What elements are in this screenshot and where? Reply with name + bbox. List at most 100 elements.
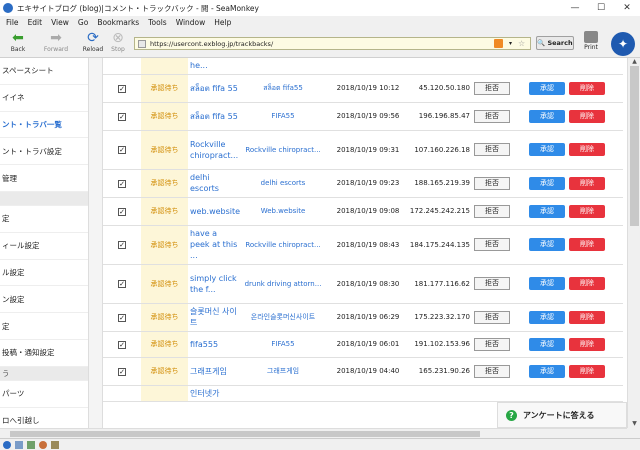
mail-icon[interactable] [15, 440, 23, 449]
menu-tools[interactable]: Tools [148, 18, 166, 27]
blog-name-link[interactable]: FIFA55 [271, 340, 294, 348]
approve-button[interactable]: 承認 [529, 277, 565, 290]
trackback-title-link[interactable]: have a peek at this ... [190, 229, 237, 260]
sidebar-item[interactable]: スペースシート [0, 58, 88, 85]
trackback-title-link[interactable]: fifa555 [190, 340, 218, 349]
stop-button[interactable]: ⊗ Stop [104, 30, 132, 56]
sidebar-item[interactable]: 投稿・通知設定 [0, 340, 88, 367]
approve-button[interactable]: 承認 [529, 310, 565, 324]
sidebar-item[interactable]: ロへ引越し [0, 408, 88, 428]
chat-icon[interactable] [39, 440, 47, 449]
horizontal-scroll-thumb[interactable] [10, 431, 480, 437]
delete-button[interactable]: 削除 [569, 143, 605, 156]
reject-button[interactable]: 拒否 [474, 364, 510, 378]
approve-button[interactable]: 承認 [529, 364, 565, 378]
trackback-title-link[interactable]: 인터넷가 [190, 389, 219, 398]
row-checkbox[interactable]: ✓ [118, 84, 126, 93]
row-checkbox[interactable]: ✓ [118, 241, 126, 249]
trackback-title-link[interactable]: สล็อต fifa 55 [190, 84, 238, 93]
reject-button[interactable]: 拒否 [474, 238, 510, 251]
row-checkbox[interactable]: ✓ [118, 112, 126, 121]
trackback-title-link[interactable]: สล็อต fifa 55 [190, 112, 238, 121]
trackback-title-link[interactable]: simply click the f... [190, 274, 237, 294]
approve-button[interactable]: 承認 [529, 337, 565, 351]
blog-name-link[interactable]: delhi escorts [261, 179, 306, 187]
close-window-button[interactable]: ✕ [614, 0, 640, 16]
blog-name-link[interactable]: Web.website [261, 207, 306, 215]
row-checkbox[interactable]: ✓ [118, 280, 126, 288]
row-checkbox[interactable]: ✓ [118, 367, 126, 376]
sidebar-item[interactable]: 定 [0, 206, 88, 233]
menu-edit[interactable]: Edit [28, 18, 43, 27]
sidebar-item[interactable]: パーツ [0, 381, 88, 408]
menu-bookmarks[interactable]: Bookmarks [97, 18, 139, 27]
forward-button[interactable]: ➡ Forward [42, 30, 70, 56]
address-book-icon[interactable] [51, 440, 59, 449]
vertical-scroll-thumb[interactable] [630, 66, 639, 226]
blog-name-link[interactable]: FIFA55 [271, 112, 294, 120]
survey-button[interactable]: ? アンケートに答える [497, 402, 627, 428]
blog-name-link[interactable]: 온라인슬롯머신사이트 [251, 313, 315, 321]
back-button[interactable]: ⬅ Back [4, 30, 32, 56]
row-checkbox[interactable]: ✓ [118, 179, 126, 188]
print-button[interactable]: Print [580, 30, 602, 56]
sidebar-item[interactable]: ント・トラバ設定 [0, 138, 88, 166]
trackback-title-link[interactable]: 그래프게임 [190, 367, 227, 376]
menu-window[interactable]: Window [176, 18, 206, 27]
search-button[interactable]: 🔍 Search [536, 36, 574, 50]
row-checkbox[interactable]: ✓ [118, 146, 126, 154]
trackback-title-link[interactable]: he... [190, 61, 208, 70]
seamonkey-logo-icon[interactable]: ✦ [611, 32, 635, 56]
sidebar-item[interactable]: ル設定 [0, 260, 88, 287]
reject-button[interactable]: 拒否 [474, 277, 510, 290]
site-identity-icon[interactable] [138, 39, 146, 48]
maximize-button[interactable]: ☐ [588, 0, 614, 16]
trackback-title-link[interactable]: 슬롯머신 사이트 [190, 307, 237, 327]
trackback-title-link[interactable]: delhi escorts [190, 173, 219, 193]
scroll-up-icon[interactable]: ▲ [628, 58, 640, 66]
approve-button[interactable]: 承認 [529, 238, 565, 251]
scroll-down-icon[interactable]: ▼ [628, 420, 640, 428]
sidebar-item[interactable]: 管理 [0, 165, 88, 192]
url-bar[interactable]: https://usercont.exblog.jp/trackbacks/ ▾… [134, 37, 531, 50]
delete-button[interactable]: 削除 [569, 277, 605, 290]
reject-button[interactable]: 拒否 [474, 176, 510, 190]
vertical-scrollbar[interactable]: ▲ ▼ [627, 58, 640, 428]
sidebar-item[interactable]: 定 [0, 313, 88, 340]
dropdown-arrow-icon[interactable]: ▾ [506, 39, 515, 48]
reject-button[interactable]: 拒否 [474, 81, 510, 95]
trackback-title-link[interactable]: Rockville chiropract... [190, 140, 238, 160]
delete-button[interactable]: 削除 [569, 364, 605, 378]
delete-button[interactable]: 削除 [569, 176, 605, 190]
sidebar-item[interactable]: ィール設定 [0, 233, 88, 260]
reject-button[interactable]: 拒否 [474, 143, 510, 156]
approve-button[interactable]: 承認 [529, 81, 565, 95]
menu-view[interactable]: View [51, 18, 69, 27]
delete-button[interactable]: 削除 [569, 337, 605, 351]
reject-button[interactable]: 拒否 [474, 204, 510, 218]
reject-button[interactable]: 拒否 [474, 109, 510, 123]
rss-feed-icon[interactable] [494, 39, 503, 48]
row-checkbox[interactable]: ✓ [118, 207, 126, 216]
blog-name-link[interactable]: Rockville chiropract... [245, 241, 320, 249]
navigator-icon[interactable] [3, 440, 11, 449]
horizontal-scrollbar[interactable] [0, 428, 627, 438]
approve-button[interactable]: 承認 [529, 204, 565, 218]
approve-button[interactable]: 承認 [529, 176, 565, 190]
delete-button[interactable]: 削除 [569, 204, 605, 218]
delete-button[interactable]: 削除 [569, 81, 605, 95]
sidebar-item[interactable]: ン設定 [0, 286, 88, 314]
menu-file[interactable]: File [6, 18, 19, 27]
blog-name-link[interactable]: 그래프게임 [267, 367, 299, 375]
sidebar-item[interactable]: イイネ [0, 85, 88, 112]
trackback-title-link[interactable]: web.website [190, 207, 240, 216]
blog-name-link[interactable]: Rockville chiropract... [245, 146, 320, 154]
reject-button[interactable]: 拒否 [474, 310, 510, 324]
menu-go[interactable]: Go [78, 18, 88, 27]
delete-button[interactable]: 削除 [569, 310, 605, 324]
delete-button[interactable]: 削除 [569, 238, 605, 251]
row-checkbox[interactable]: ✓ [118, 340, 126, 349]
reject-button[interactable]: 拒否 [474, 337, 510, 351]
delete-button[interactable]: 削除 [569, 109, 605, 123]
bookmark-star-icon[interactable]: ☆ [518, 39, 527, 48]
